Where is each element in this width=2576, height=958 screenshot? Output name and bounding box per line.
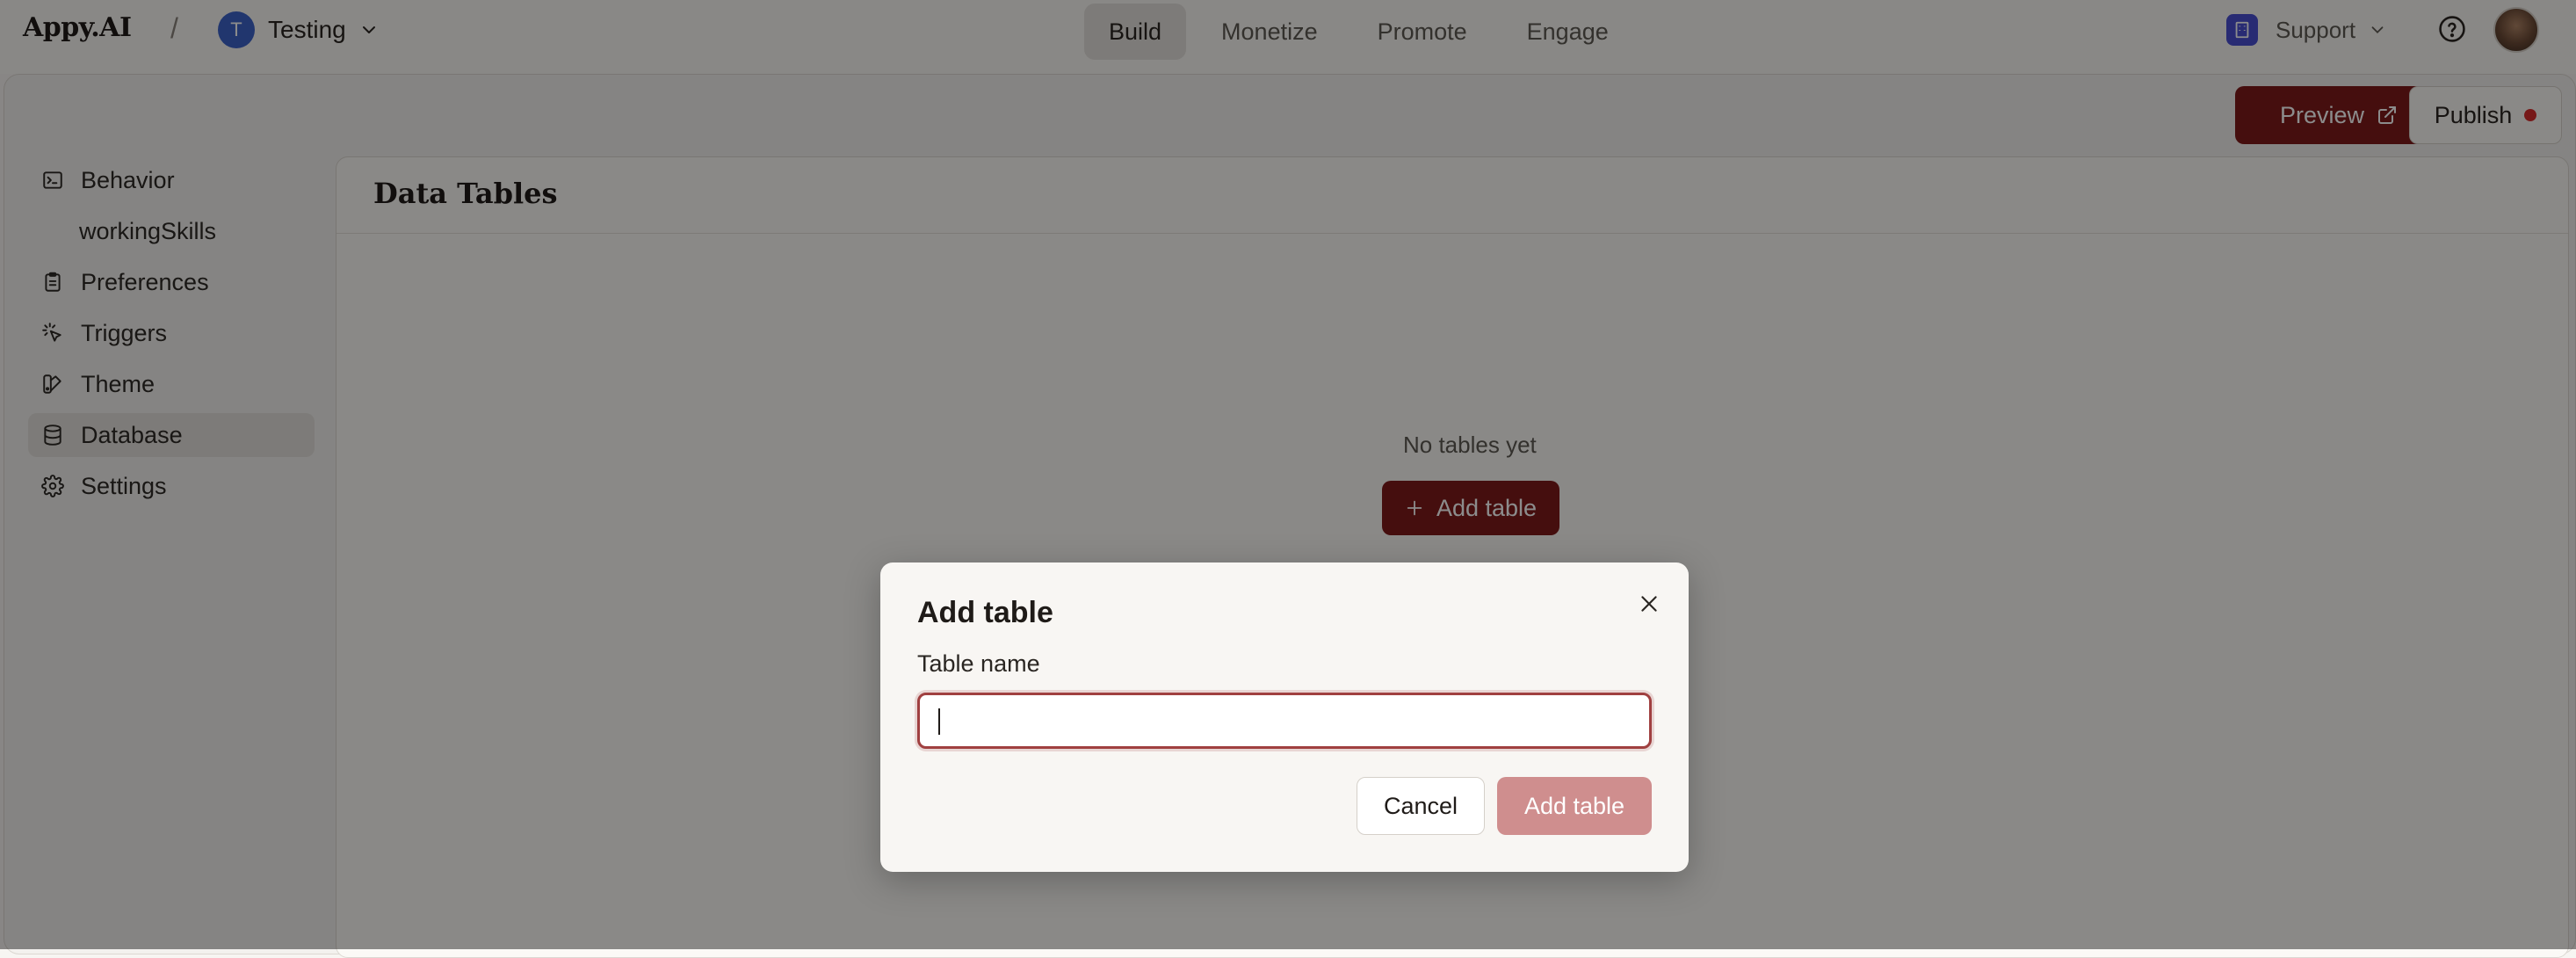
close-icon[interactable] bbox=[1638, 592, 1661, 615]
submit-add-table-button[interactable]: Add table bbox=[1497, 777, 1652, 835]
cancel-button[interactable]: Cancel bbox=[1357, 777, 1485, 835]
table-name-label: Table name bbox=[917, 650, 1040, 677]
text-caret bbox=[938, 708, 940, 735]
add-table-dialog: Add table Table name Cancel Add table bbox=[880, 562, 1689, 872]
dialog-title: Add table bbox=[917, 596, 1053, 629]
table-name-input[interactable] bbox=[917, 693, 1652, 749]
